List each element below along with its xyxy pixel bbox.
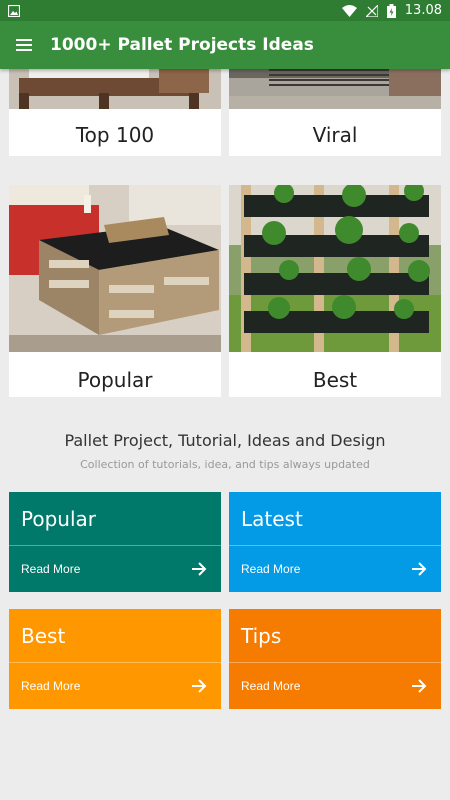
card-title: Latest xyxy=(241,506,303,531)
read-more-link[interactable]: Read More xyxy=(9,545,221,592)
category-tile-viral[interactable]: Viral xyxy=(229,69,441,156)
status-time: 13.08 xyxy=(404,3,442,18)
tile-label: Popular xyxy=(77,368,153,392)
battery-icon xyxy=(386,3,396,18)
section-title: Pallet Project, Tutorial, Ideas and Desi… xyxy=(64,431,386,450)
tile-image xyxy=(229,185,441,352)
app-bar: 1000+ Pallet Projects Ideas xyxy=(0,21,450,69)
section-heading: Pallet Project, Tutorial, Ideas and Desi… xyxy=(0,431,450,471)
card-title: Tips xyxy=(241,623,282,648)
card-best[interactable]: Best Read More xyxy=(9,609,221,709)
card-tips[interactable]: Tips Read More xyxy=(229,609,441,709)
menu-button[interactable] xyxy=(0,21,48,69)
main-content: Top 100 Viral Popular Best Pallet Projec… xyxy=(0,69,450,800)
tile-image xyxy=(229,69,441,109)
read-more-label: Read More xyxy=(241,562,301,576)
category-tile-best[interactable]: Best xyxy=(229,185,441,397)
arrow-right-icon xyxy=(192,679,207,693)
tile-label: Best xyxy=(312,368,358,392)
read-more-label: Read More xyxy=(21,679,81,693)
wifi-icon xyxy=(341,4,357,17)
read-more-link[interactable]: Read More xyxy=(229,662,441,709)
hamburger-menu-icon xyxy=(16,39,32,51)
read-more-label: Read More xyxy=(241,679,301,693)
tile-image xyxy=(9,69,221,109)
tile-label: Viral xyxy=(312,123,358,147)
app-title: 1000+ Pallet Projects Ideas xyxy=(50,35,314,55)
read-more-link[interactable]: Read More xyxy=(9,662,221,709)
tile-label: Top 100 xyxy=(75,123,155,147)
card-title: Popular xyxy=(21,506,96,531)
category-tile-top-100[interactable]: Top 100 xyxy=(9,69,221,156)
read-more-label: Read More xyxy=(21,562,81,576)
arrow-right-icon xyxy=(412,562,427,576)
status-bar: 13.08 xyxy=(0,0,450,21)
tile-image xyxy=(9,185,221,352)
card-popular[interactable]: Popular Read More xyxy=(9,492,221,592)
arrow-right-icon xyxy=(412,679,427,693)
image-notification-icon xyxy=(8,4,20,17)
section-subtitle: Collection of tutorials, idea, and tips … xyxy=(80,458,370,471)
category-tile-popular[interactable]: Popular xyxy=(9,185,221,397)
read-more-link[interactable]: Read More xyxy=(229,545,441,592)
card-title: Best xyxy=(21,623,66,648)
arrow-right-icon xyxy=(192,562,207,576)
signal-icon xyxy=(365,4,378,17)
card-latest[interactable]: Latest Read More xyxy=(229,492,441,592)
